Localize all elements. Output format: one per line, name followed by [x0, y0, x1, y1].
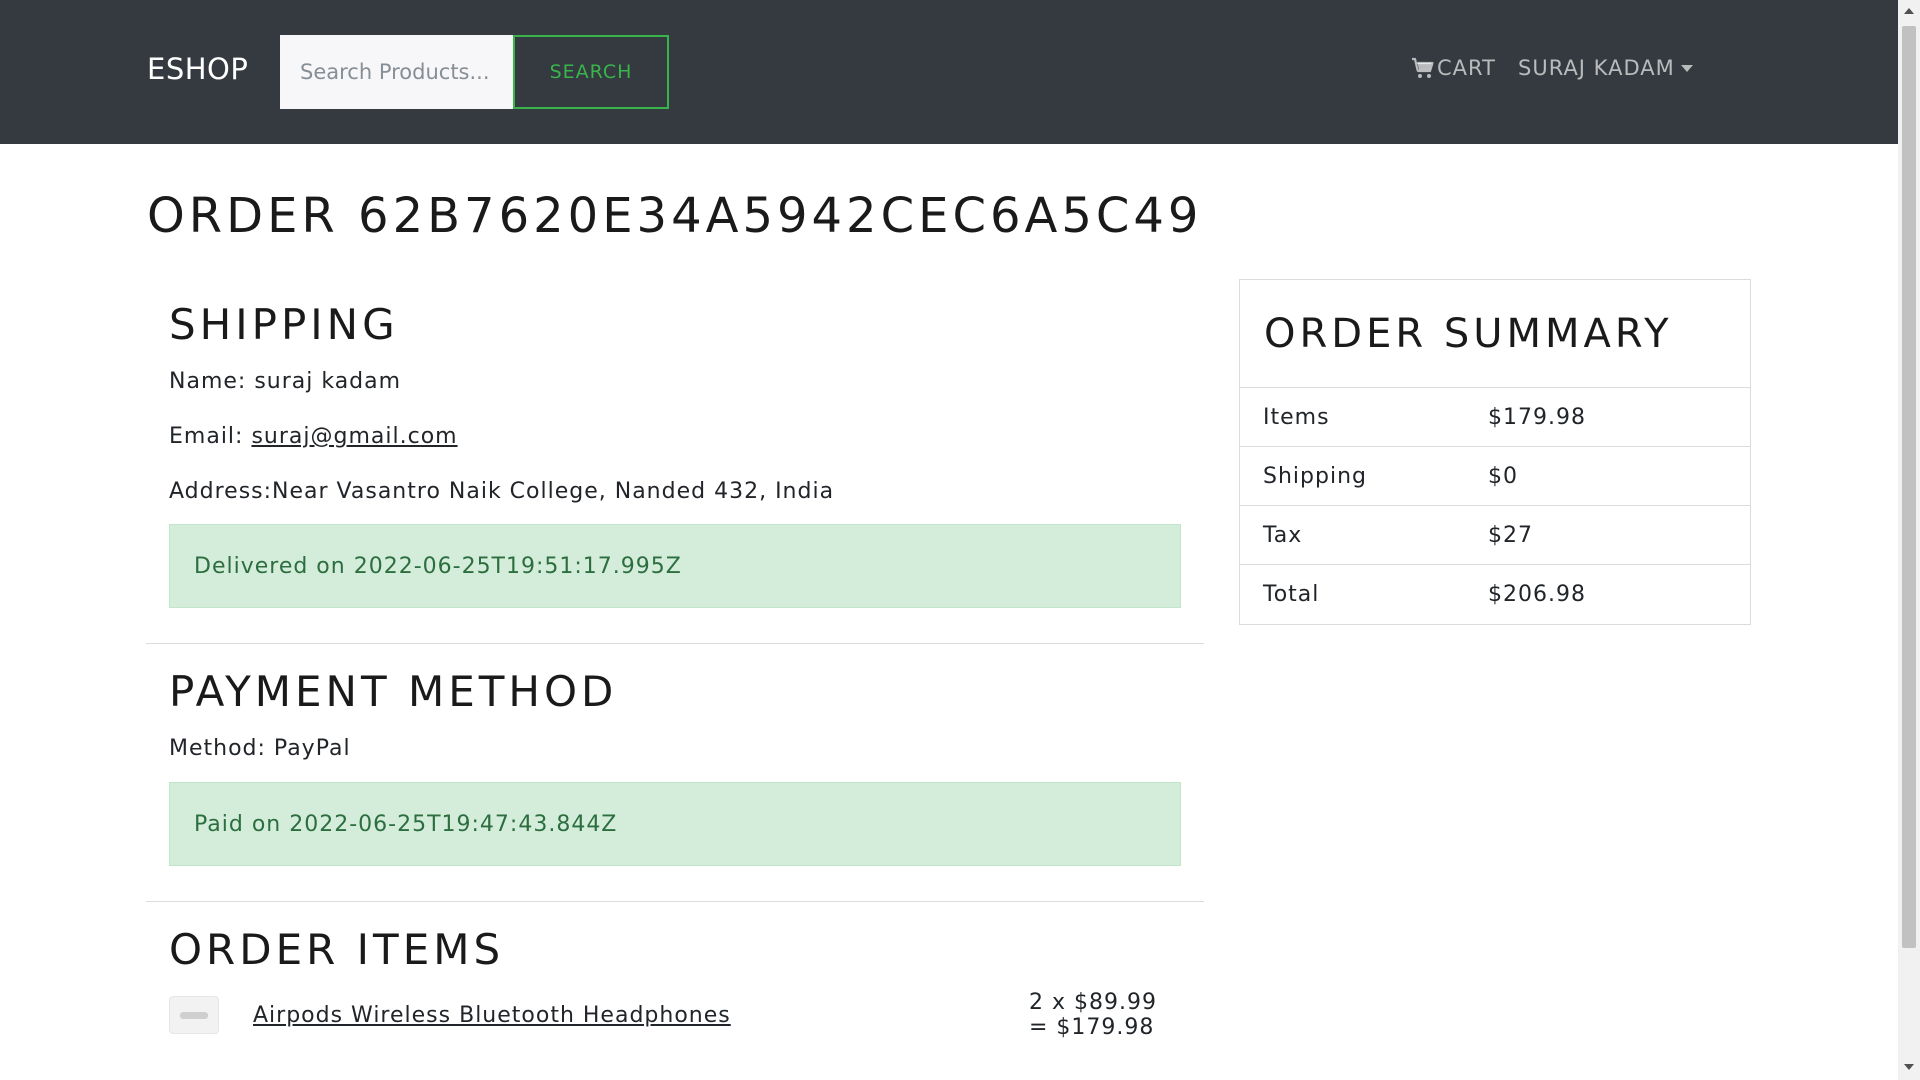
- cart-link[interactable]: CART: [1411, 56, 1496, 80]
- delivered-status-alert: Delivered on 2022-06-25T19:51:17.995Z: [169, 524, 1181, 608]
- shipping-email: Email: suraj@gmail.com: [169, 424, 1181, 449]
- item-price-calculation: 2 x $89.99 = $179.98: [1029, 990, 1157, 1040]
- shipping-section: SHIPPING Name: suraj kadam Email: suraj@…: [146, 280, 1204, 608]
- address-prefix: Address:: [169, 479, 273, 504]
- customer-name: suraj kadam: [254, 369, 402, 394]
- user-dropdown[interactable]: SURAJ KADAM: [1518, 56, 1693, 80]
- scrollbar-thumb[interactable]: [1902, 26, 1916, 948]
- summary-label: Tax: [1263, 522, 1303, 548]
- payment-heading: PAYMENT METHOD: [169, 667, 618, 716]
- order-items-heading: ORDER ITEMS: [169, 925, 505, 974]
- summary-label: Total: [1263, 582, 1320, 607]
- order-items-section: ORDER ITEMS Airpods Wireless Bluetooth H…: [146, 902, 1204, 1040]
- method-value: PayPal: [273, 736, 351, 761]
- page-title: ORDER 62B7620E34A5942CEC6A5C49: [147, 188, 1203, 244]
- product-link[interactable]: Airpods Wireless Bluetooth Headphones: [253, 1003, 731, 1028]
- user-name-label: SURAJ KADAM: [1518, 56, 1675, 80]
- email-link[interactable]: suraj@gmail.com: [251, 424, 457, 449]
- brand-logo[interactable]: ESHOP: [147, 52, 248, 86]
- name-prefix: Name:: [169, 369, 255, 394]
- summary-value: $179.98: [1488, 404, 1586, 430]
- shipping-heading: SHIPPING: [169, 300, 399, 349]
- payment-method: Method: PayPal: [169, 736, 1181, 761]
- summary-header: ORDER SUMMARY: [1240, 280, 1750, 388]
- order-summary-card: ORDER SUMMARY Items $179.98 Shipping $0 …: [1239, 279, 1751, 625]
- order-details: SHIPPING Name: suraj kadam Email: suraj@…: [146, 280, 1204, 1040]
- product-thumbnail[interactable]: [169, 996, 219, 1034]
- summary-row-tax: Tax $27: [1240, 506, 1750, 565]
- summary-label: Shipping: [1263, 463, 1367, 489]
- email-prefix: Email:: [169, 424, 252, 449]
- paid-status-alert: Paid on 2022-06-25T19:47:43.844Z: [169, 782, 1181, 866]
- order-item-row: Airpods Wireless Bluetooth Headphones 2 …: [169, 990, 1181, 1040]
- vertical-scrollbar[interactable]: [1898, 0, 1920, 1080]
- cart-label: CART: [1437, 56, 1496, 80]
- top-navbar: ESHOP SEARCH CART SURAJ KADAM: [0, 0, 1898, 144]
- summary-title: ORDER SUMMARY: [1264, 310, 1673, 357]
- payment-section: PAYMENT METHOD Method: PayPal Paid on 20…: [146, 644, 1204, 866]
- shipping-name: Name: suraj kadam: [169, 369, 1181, 394]
- summary-value: $0: [1488, 463, 1518, 489]
- scroll-up-icon[interactable]: [1904, 8, 1914, 14]
- summary-value: $206.98: [1488, 582, 1586, 607]
- address-value: Near Vasantro Naik College, Nanded 432, …: [272, 479, 835, 504]
- summary-row-total: Total $206.98: [1240, 565, 1750, 624]
- summary-label: Items: [1263, 404, 1330, 430]
- search-input[interactable]: [280, 35, 513, 109]
- summary-row-shipping: Shipping $0: [1240, 447, 1750, 506]
- caret-down-icon: [1680, 64, 1693, 72]
- shopping-cart-icon: [1412, 57, 1434, 78]
- search-button[interactable]: SEARCH: [513, 35, 669, 109]
- shipping-address: Address:Near Vasantro Naik College, Nand…: [169, 479, 1181, 504]
- scroll-down-icon[interactable]: [1904, 1064, 1914, 1070]
- method-prefix: Method:: [169, 736, 274, 761]
- summary-row-items: Items $179.98: [1240, 388, 1750, 447]
- summary-value: $27: [1488, 522, 1533, 548]
